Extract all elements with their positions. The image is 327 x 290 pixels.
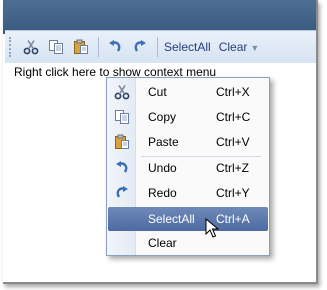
menu-item-label: Paste bbox=[148, 135, 179, 149]
mouse-pointer-icon bbox=[205, 218, 219, 238]
menu-item-label: Copy bbox=[148, 110, 177, 124]
menu-item-shortcut: Ctrl+C bbox=[216, 110, 251, 124]
menu-item-select-all[interactable]: SelectAll Ctrl+A bbox=[108, 207, 268, 231]
toolbar-separator bbox=[157, 37, 158, 57]
cut-button[interactable] bbox=[21, 36, 41, 58]
clear-label: Clear bbox=[218, 40, 248, 54]
toolbar: SelectAll Clear ▼ bbox=[5, 30, 316, 64]
menu-item-shortcut: Ctrl+Z bbox=[216, 161, 249, 175]
menu-item-label: Undo bbox=[148, 161, 177, 175]
paste-icon bbox=[113, 133, 131, 151]
menu-item-label: Clear bbox=[148, 236, 177, 250]
menu-item-shortcut: Ctrl+V bbox=[216, 135, 250, 149]
select-all-button[interactable]: SelectAll bbox=[164, 40, 211, 54]
menu-item-shortcut: Ctrl+X bbox=[216, 85, 250, 99]
clear-dropdown-button[interactable]: Clear ▼ bbox=[219, 40, 260, 54]
menu-item-shortcut: Ctrl+A bbox=[216, 212, 250, 226]
scissors-icon bbox=[23, 40, 39, 55]
menu-item-clear[interactable]: Clear bbox=[108, 231, 268, 255]
menu-item-redo[interactable]: Redo Ctrl+Y bbox=[108, 181, 268, 205]
copy-button[interactable] bbox=[46, 36, 66, 58]
menu-item-cut[interactable]: Cut Ctrl+X bbox=[108, 80, 268, 104]
menu-item-undo[interactable]: Undo Ctrl+Z bbox=[108, 156, 268, 180]
menu-item-label: Cut bbox=[148, 85, 167, 99]
menu-item-label: Redo bbox=[148, 186, 177, 200]
paste-icon bbox=[74, 39, 88, 54]
toolbar-grip[interactable] bbox=[9, 37, 15, 57]
chevron-down-icon: ▼ bbox=[250, 43, 260, 53]
menu-item-copy[interactable]: Copy Ctrl+C bbox=[108, 105, 268, 129]
menu-item-shortcut: Ctrl+Y bbox=[216, 186, 250, 200]
menu-item-label: SelectAll bbox=[148, 212, 195, 226]
undo-icon bbox=[109, 40, 121, 52]
scissors-icon bbox=[113, 83, 131, 101]
paste-button[interactable] bbox=[71, 36, 91, 58]
undo-button[interactable] bbox=[105, 36, 125, 58]
window-titlebar[interactable] bbox=[3, 0, 316, 34]
context-menu: Cut Ctrl+X Copy Ctrl+C Paste Ctrl+V Undo… bbox=[106, 77, 270, 256]
redo-button[interactable] bbox=[130, 36, 150, 58]
redo-icon bbox=[113, 184, 131, 202]
menu-item-paste[interactable]: Paste Ctrl+V bbox=[108, 130, 268, 154]
copy-icon bbox=[113, 108, 131, 126]
toolbar-separator bbox=[98, 37, 99, 57]
copy-icon bbox=[49, 40, 63, 54]
redo-icon bbox=[134, 40, 146, 52]
undo-icon bbox=[113, 159, 131, 177]
